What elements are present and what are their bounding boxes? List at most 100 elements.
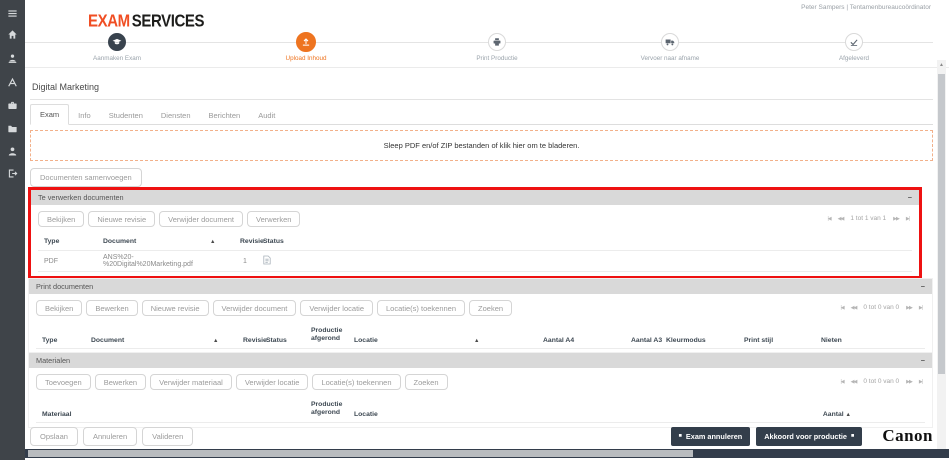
main-area: Peter Sampers | Tentamenbureaucoördinato… xyxy=(25,0,949,460)
page-prev-icon[interactable]: ◀◀ xyxy=(851,305,858,311)
logout-icon[interactable] xyxy=(0,165,25,181)
valideren-button[interactable]: Valideren xyxy=(142,426,194,446)
col-document: Document xyxy=(91,336,125,344)
page-next-icon[interactable]: ▶▶ xyxy=(893,216,900,222)
tab-exam[interactable]: Exam xyxy=(30,104,70,125)
tab-berichten[interactable]: Berichten xyxy=(200,106,250,125)
panel-print-documents: Print documenten − Bekijken Bewerken Nie… xyxy=(28,278,933,354)
tab-audit[interactable]: Audit xyxy=(249,106,284,125)
print-toolbar: Bekijken Bewerken Nieuwe revisie Verwijd… xyxy=(36,300,925,316)
scroll-up-icon[interactable]: ▲ xyxy=(937,62,946,68)
akkoord-voor-productie-button[interactable]: Akkoord voor productie ■ xyxy=(756,426,863,446)
user-icon[interactable] xyxy=(0,143,25,159)
col-type: Type xyxy=(44,238,60,245)
locaties-toekennen-button[interactable]: Locatie(s) toekennen xyxy=(312,374,401,390)
tab-diensten[interactable]: Diensten xyxy=(152,106,200,125)
bewerken-button[interactable]: Bewerken xyxy=(86,300,138,316)
header-divider xyxy=(25,67,949,68)
page-next-icon[interactable]: ▶▶ xyxy=(906,305,913,311)
horizontal-scrollbar-thumb[interactable] xyxy=(28,450,693,457)
page-last-icon[interactable]: ▶| xyxy=(919,305,923,311)
collapse-icon[interactable]: − xyxy=(908,190,912,205)
col-type: Type xyxy=(42,336,58,344)
pagination-text: 0 tot 0 van 0 xyxy=(863,304,900,311)
cell-type: PDF xyxy=(44,257,58,265)
footer-right-buttons: ■ Exam annuleren Akkoord voor productie … xyxy=(670,426,933,446)
page-prev-icon[interactable]: ◀◀ xyxy=(851,379,858,385)
processing-toolbar: Bekijken Nieuwe revisie Verwijder docume… xyxy=(38,211,912,227)
bekijken-button[interactable]: Bekijken xyxy=(36,300,83,316)
locaties-toekennen-button[interactable]: Locatie(s) toekennen xyxy=(376,300,466,316)
merge-documents-button[interactable]: Documenten samenvoegen xyxy=(30,168,142,187)
wizard-stepper: Aanmaken Exam Upload Inhoud Print Produc… xyxy=(25,0,949,68)
step-aanmaken-exam[interactable]: Aanmaken Exam xyxy=(57,33,177,62)
print-pagination: |◀ ◀◀ 0 tot 0 van 0 ▶▶ ▶| xyxy=(841,304,924,311)
pagination-text: 0 tot 0 van 0 xyxy=(863,378,900,385)
document-status-icon[interactable] xyxy=(263,255,912,267)
document-row[interactable]: PDF ANS%20-%20Digital%20Marketing.pdf 1 xyxy=(38,250,912,272)
briefcase-icon[interactable] xyxy=(0,97,25,113)
sort-asc-icon[interactable]: ▲ xyxy=(210,239,240,245)
page-first-icon[interactable]: |◀ xyxy=(841,305,845,311)
sort-asc-icon[interactable]: ▲ xyxy=(846,412,851,418)
col-revisie: Revisie xyxy=(240,238,264,245)
verwijder-document-button[interactable]: Verwijder document xyxy=(159,211,244,227)
annuleren-button[interactable]: Annuleren xyxy=(82,426,138,446)
panel-print-body: Bekijken Bewerken Nieuwe revisie Verwijd… xyxy=(29,294,932,353)
menu-icon[interactable] xyxy=(0,5,25,21)
bekijken-button[interactable]: Bekijken xyxy=(38,211,85,227)
tab-studenten[interactable]: Studenten xyxy=(100,106,152,125)
footer-bar: Opslaan Annuleren Valideren ■ Exam annul… xyxy=(30,426,933,446)
vertical-scrollbar-thumb[interactable] xyxy=(938,74,945,374)
file-dropzone[interactable]: Sleep PDF en/of ZIP bestanden of klik hi… xyxy=(30,130,933,161)
folder-icon[interactable] xyxy=(0,120,25,136)
step-upload-inhoud[interactable]: Upload Inhoud xyxy=(246,32,366,62)
step-afgeleverd[interactable]: Afgeleverd xyxy=(794,33,914,62)
home-icon[interactable] xyxy=(0,26,25,42)
sort-asc-icon[interactable]: ▲ xyxy=(474,338,543,344)
verwijder-materiaal-button[interactable]: Verwijder materiaal xyxy=(150,374,232,390)
collapse-icon[interactable]: − xyxy=(921,279,925,294)
page-first-icon[interactable]: |◀ xyxy=(841,379,845,385)
verwijder-locatie-button[interactable]: Verwijder locatie xyxy=(300,300,373,316)
step-vervoer-naar-afname[interactable]: Vervoer naar afname xyxy=(610,33,730,62)
col-productie-afgerond: Productie afgerond xyxy=(311,327,343,343)
col-locatie: Locatie xyxy=(354,410,378,418)
col-aantal: Aantal ▲ xyxy=(822,410,851,418)
title-divider xyxy=(30,99,933,100)
cancel-square-icon: ■ xyxy=(678,433,682,439)
collapse-icon[interactable]: − xyxy=(921,353,925,368)
step-print-productie[interactable]: Print Productie xyxy=(437,33,557,62)
verwijder-locatie-button[interactable]: Verwijder locatie xyxy=(235,374,309,390)
page-first-icon[interactable]: |◀ xyxy=(828,216,832,222)
page-last-icon[interactable]: ▶| xyxy=(906,216,910,222)
tab-info[interactable]: Info xyxy=(69,106,100,125)
verwijder-document-button[interactable]: Verwijder document xyxy=(212,300,297,316)
materials-pagination: |◀ ◀◀ 0 tot 0 van 0 ▶▶ ▶| xyxy=(841,378,924,385)
page-next-icon[interactable]: ▶▶ xyxy=(906,379,913,385)
sidebar xyxy=(0,0,25,460)
book-icon[interactable] xyxy=(0,74,25,90)
processing-table-header: Type Document ▲ Revisie Status xyxy=(38,234,912,250)
page-last-icon[interactable]: ▶| xyxy=(919,379,923,385)
zoeken-button[interactable]: Zoeken xyxy=(404,374,448,390)
student-icon[interactable] xyxy=(0,50,25,66)
nieuwe-revisie-button[interactable]: Nieuwe revisie xyxy=(88,211,156,227)
panel-print-title: Print documenten xyxy=(36,282,94,291)
opslaan-button[interactable]: Opslaan xyxy=(30,426,78,446)
dropzone-text: Sleep PDF en/of ZIP bestanden of klik hi… xyxy=(383,141,580,150)
col-status: Status xyxy=(263,238,284,245)
verwerken-button[interactable]: Verwerken xyxy=(247,211,301,227)
zoeken-button[interactable]: Zoeken xyxy=(469,300,513,316)
page-prev-icon[interactable]: ◀◀ xyxy=(838,216,845,222)
delivered-icon xyxy=(845,33,863,51)
exam-annuleren-button[interactable]: ■ Exam annuleren xyxy=(670,426,751,446)
col-kleurmodus: Kleurmodus xyxy=(666,336,706,344)
col-status: Status xyxy=(266,336,287,344)
cell-document: ANS%20-%20Digital%20Marketing.pdf xyxy=(103,254,193,268)
bewerken-button[interactable]: Bewerken xyxy=(94,374,147,390)
sort-asc-icon[interactable]: ▲ xyxy=(213,338,243,344)
print-table-header: Type Document ▲ Revisie Status Productie… xyxy=(36,323,925,349)
nieuwe-revisie-button[interactable]: Nieuwe revisie xyxy=(141,300,209,316)
toevoegen-button[interactable]: Toevoegen xyxy=(36,374,91,390)
